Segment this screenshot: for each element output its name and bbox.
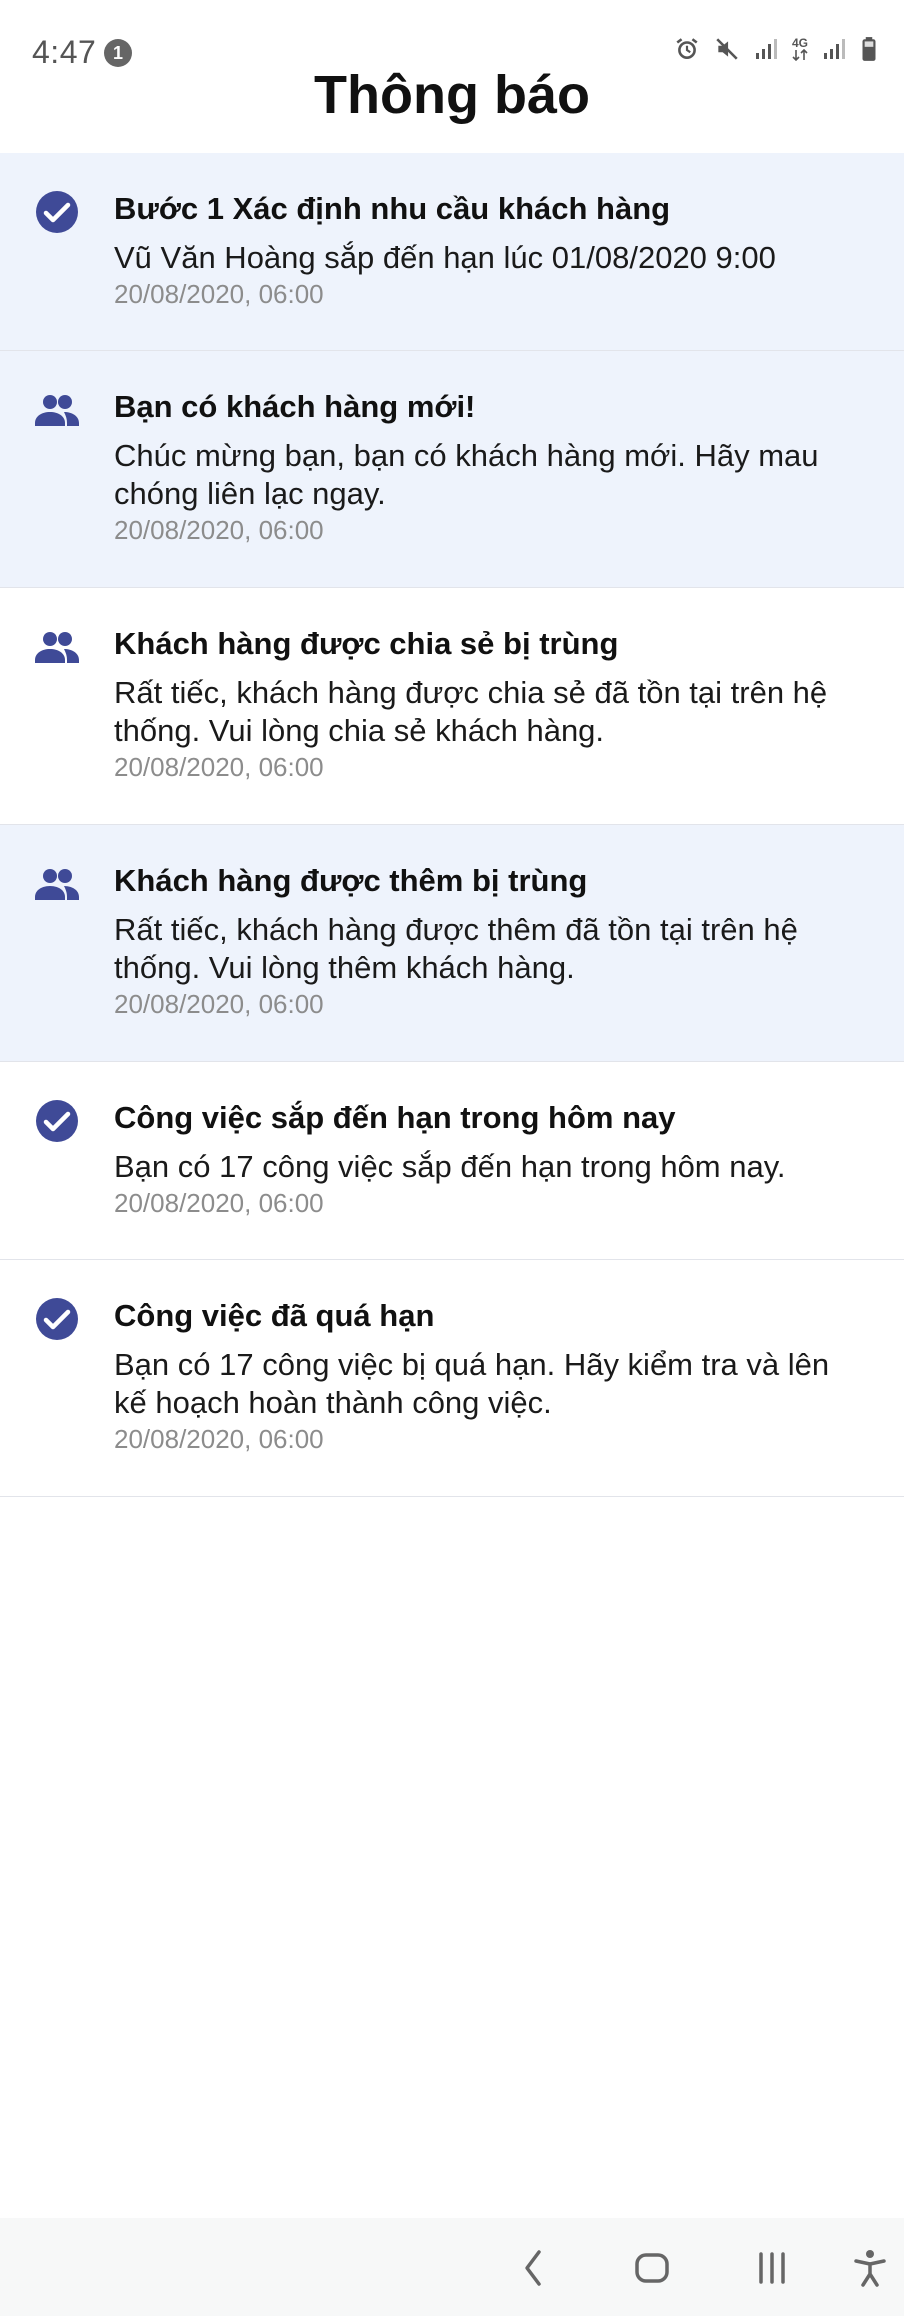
notification-body: Công việc đã quá hạn Bạn có 17 công việc … <box>114 1296 864 1455</box>
recents-icon <box>759 2252 785 2284</box>
notification-title: Bước 1 Xác định nhu cầu khách hàng <box>114 191 671 226</box>
network-label: 4G <box>791 36 808 50</box>
notification-message: Bạn có 17 công việc bị quá hạn. Hãy kiểm… <box>114 1347 830 1420</box>
home-icon <box>635 2253 669 2283</box>
accessibility-button[interactable] <box>842 2240 898 2296</box>
status-icons: 4G <box>674 36 878 62</box>
notification-body: Bạn có khách hàng mới! Chúc mừng bạn, bạn… <box>114 387 864 546</box>
recents-button[interactable] <box>744 2240 800 2296</box>
notification-list: Bước 1 Xác định nhu cầu khách hàng Vũ Văn… <box>0 153 904 1497</box>
notification-item[interactable]: Công việc sắp đến hạn trong hôm nay Bạn c… <box>0 1062 904 1260</box>
notification-message: Vũ Văn Hoàng sắp đến hạn lúc 01/08/2020 … <box>114 240 776 275</box>
back-button[interactable] <box>506 2240 562 2296</box>
notification-timestamp: 20/08/2020, 06:00 <box>114 279 324 309</box>
people-icon <box>34 861 80 907</box>
navigation-bar <box>0 2218 904 2316</box>
alarm-icon <box>674 36 700 62</box>
notification-message: Bạn có 17 công việc sắp đến hạn trong hô… <box>114 1149 786 1184</box>
check-circle-icon <box>34 1296 80 1342</box>
notification-title: Công việc sắp đến hạn trong hôm nay <box>114 1100 676 1135</box>
notification-body: Khách hàng được chia sẻ bị trùng Rất tiếc… <box>114 624 864 783</box>
notification-item[interactable]: Bạn có khách hàng mới! Chúc mừng bạn, bạn… <box>0 351 904 588</box>
people-icon <box>34 387 80 433</box>
notification-timestamp: 20/08/2020, 06:00 <box>114 1424 324 1454</box>
network-4g-icon: 4G <box>792 37 808 61</box>
notification-item[interactable]: Bước 1 Xác định nhu cầu khách hàng Vũ Văn… <box>0 153 904 351</box>
notification-item[interactable]: Khách hàng được chia sẻ bị trùng Rất tiếc… <box>0 588 904 825</box>
notification-message: Chúc mừng bạn, bạn có khách hàng mới. Hã… <box>114 438 819 511</box>
notification-title: Công việc đã quá hạn <box>114 1298 435 1333</box>
accessibility-icon <box>854 2250 886 2287</box>
notification-body: Khách hàng được thêm bị trùng Rất tiếc, k… <box>114 861 864 1020</box>
notification-title: Khách hàng được thêm bị trùng <box>114 863 588 898</box>
notification-item[interactable]: Khách hàng được thêm bị trùng Rất tiếc, k… <box>0 825 904 1062</box>
notification-body: Bước 1 Xác định nhu cầu khách hàng Vũ Văn… <box>114 189 864 310</box>
notification-timestamp: 20/08/2020, 06:00 <box>114 515 324 545</box>
back-icon <box>525 2250 541 2286</box>
page-title: Thông báo <box>314 65 590 125</box>
notification-timestamp: 20/08/2020, 06:00 <box>114 989 324 1019</box>
notification-item[interactable]: Công việc đã quá hạn Bạn có 17 công việc … <box>0 1260 904 1497</box>
mute-icon <box>714 36 740 62</box>
notification-timestamp: 20/08/2020, 06:00 <box>114 1188 324 1218</box>
home-button[interactable] <box>624 2240 680 2296</box>
notification-title: Bạn có khách hàng mới! <box>114 389 476 424</box>
notification-timestamp: 20/08/2020, 06:00 <box>114 752 324 782</box>
notification-message: Rất tiếc, khách hàng được chia sẻ đã tồn… <box>114 675 828 748</box>
check-circle-icon <box>34 189 80 235</box>
check-circle-icon <box>34 1098 80 1144</box>
signal-icon-2 <box>822 37 846 61</box>
people-icon <box>34 624 80 670</box>
notification-message: Rất tiếc, khách hàng được thêm đã tồn tạ… <box>114 912 798 985</box>
notification-count-badge: 1 <box>104 39 132 67</box>
notification-body: Công việc sắp đến hạn trong hôm nay Bạn c… <box>114 1098 864 1219</box>
battery-icon <box>860 36 878 62</box>
notification-title: Khách hàng được chia sẻ bị trùng <box>114 626 619 661</box>
signal-icon <box>754 37 778 61</box>
